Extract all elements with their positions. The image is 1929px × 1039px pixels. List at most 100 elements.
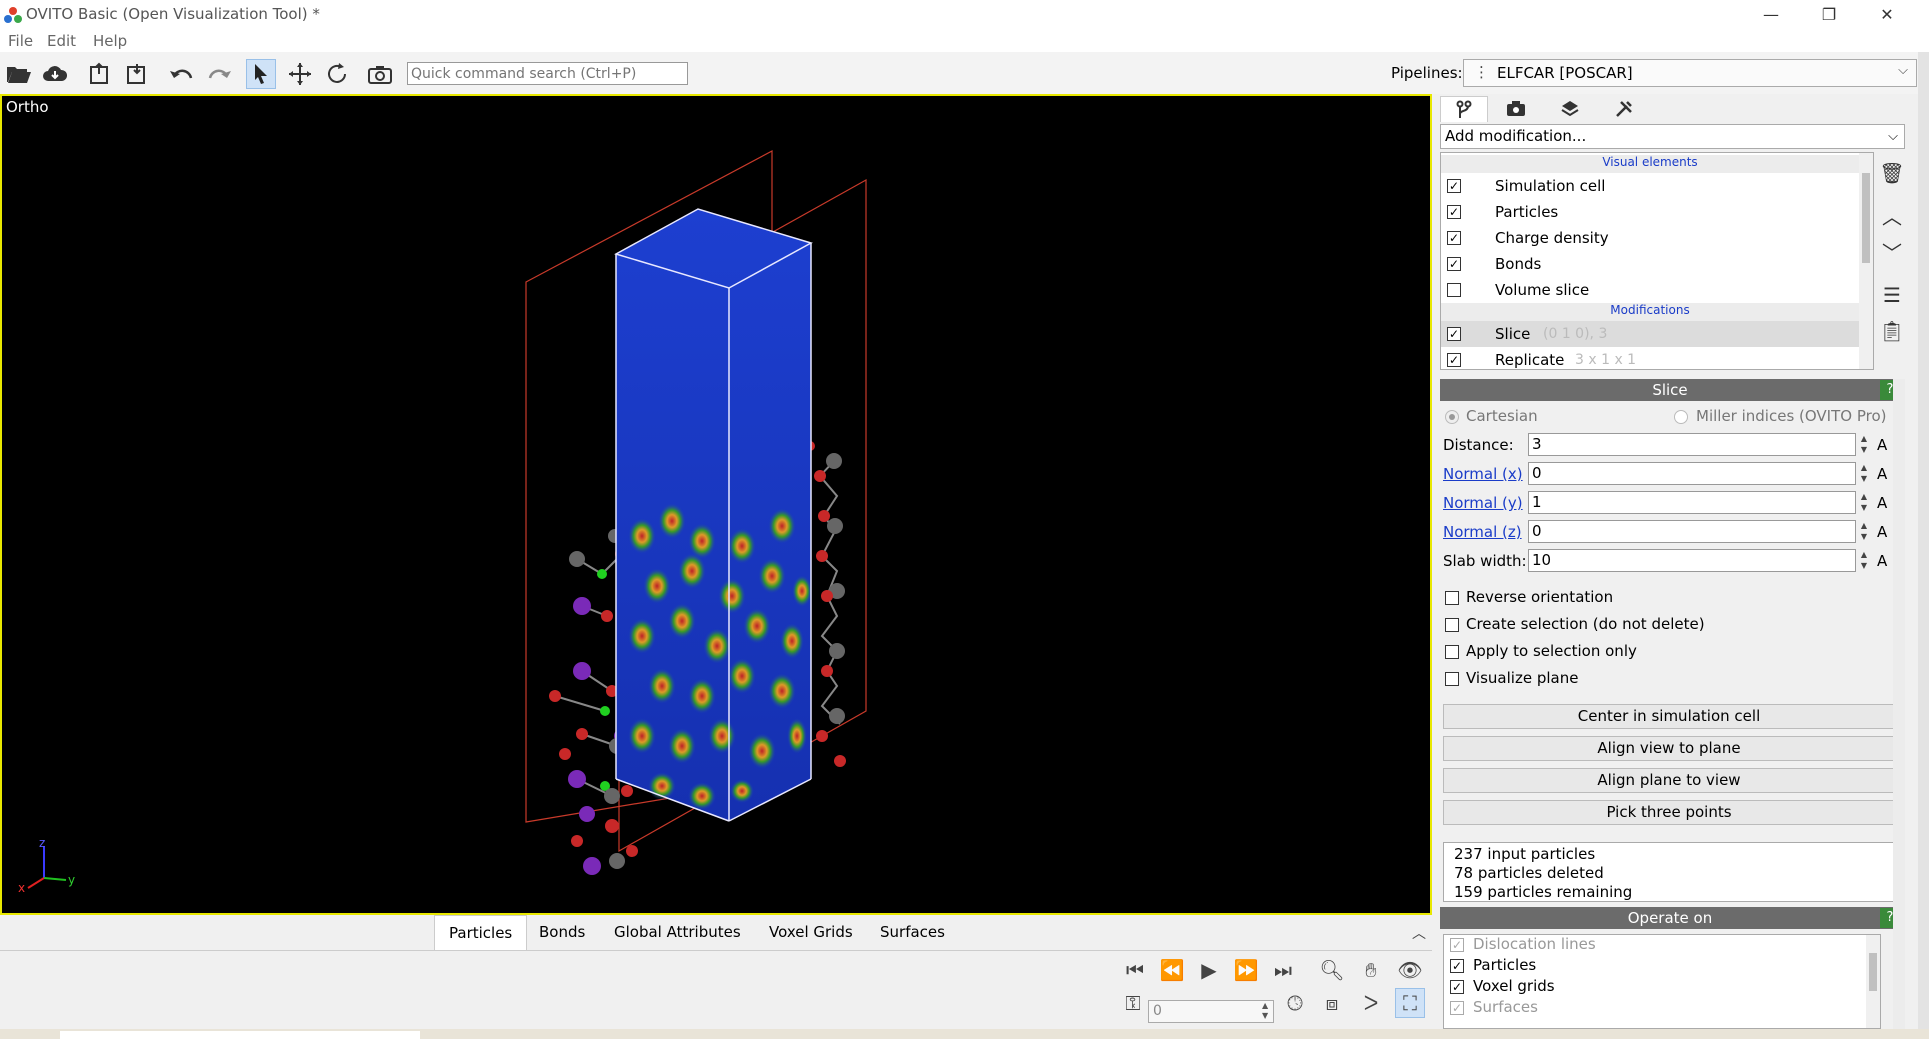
- align-view-to-plane-button[interactable]: Align view to plane: [1443, 736, 1895, 761]
- move-mode-icon[interactable]: [285, 59, 315, 89]
- pipeline-item-replicate[interactable]: ✓ Replicate 3 x 1 x 1: [1441, 347, 1859, 369]
- spinner-arrows-icon[interactable]: ▲ ▼: [1262, 1001, 1268, 1021]
- checkbox[interactable]: ✓: [1447, 327, 1461, 341]
- distance-spinner-icon[interactable]: ▲ ▼: [1858, 433, 1870, 456]
- operate-list-scrollbar[interactable]: [1866, 935, 1880, 1028]
- move-down-chevron-icon[interactable]: ﹀: [1877, 236, 1907, 266]
- normal-x-label[interactable]: Normal (x): [1443, 465, 1523, 483]
- tab-surfaces[interactable]: Surfaces: [866, 915, 959, 949]
- checkbox[interactable]: ✓: [1447, 353, 1461, 367]
- menu-help[interactable]: Help: [93, 32, 127, 50]
- center-in-cell-button[interactable]: Center in simulation cell: [1443, 704, 1895, 729]
- menu-file[interactable]: File: [8, 32, 33, 50]
- checkbox[interactable]: ✓: [1447, 205, 1461, 219]
- pipeline-item-simulation-cell[interactable]: ✓ Simulation cell: [1441, 173, 1859, 199]
- checkbox[interactable]: ✓: [1447, 179, 1461, 193]
- visualize-plane-checkbox[interactable]: [1445, 672, 1459, 686]
- tab-render[interactable]: [1492, 96, 1540, 122]
- quick-command-search-input[interactable]: [407, 62, 688, 85]
- normal-z-label[interactable]: Normal (z): [1443, 523, 1522, 541]
- key-icon[interactable]: ⚿: [1118, 988, 1148, 1018]
- load-remote-icon[interactable]: [40, 59, 70, 89]
- redo-icon[interactable]: [204, 59, 234, 89]
- play-icon[interactable]: ▶: [1194, 955, 1224, 985]
- undo-icon[interactable]: [167, 59, 197, 89]
- tab-bonds[interactable]: Bonds: [525, 915, 599, 949]
- goto-start-icon[interactable]: ⏮: [1120, 955, 1150, 985]
- pipeline-select[interactable]: ⋮ ELFCAR [POSCAR] ⌵: [1463, 59, 1917, 87]
- pipeline-item-slice[interactable]: ✓ Slice (0 1 0), 3: [1441, 321, 1859, 347]
- normal-z-spinner-icon[interactable]: ▲ ▼: [1858, 520, 1870, 543]
- animation-frame-spinner[interactable]: 0: [1148, 1000, 1274, 1023]
- pick-three-points-button[interactable]: Pick three points: [1443, 800, 1895, 825]
- reverse-orientation-checkbox[interactable]: [1445, 591, 1459, 605]
- radio-miller[interactable]: [1674, 410, 1688, 424]
- normal-x-spinner-icon[interactable]: ▲ ▼: [1858, 462, 1870, 485]
- tab-layers[interactable]: [1546, 96, 1594, 122]
- chevron-up-icon[interactable]: ︿: [1412, 923, 1426, 943]
- pipeline-editor-list[interactable]: Visual elements ✓ Simulation cell ✓ Part…: [1440, 152, 1874, 370]
- menu-lines-icon[interactable]: ☰: [1877, 280, 1907, 310]
- operate-on-list[interactable]: ✓ Dislocation lines ✓ Particles ✓ Voxel …: [1443, 934, 1881, 1029]
- normal-x-input[interactable]: 0: [1528, 462, 1856, 485]
- slab-width-input[interactable]: 10: [1528, 549, 1856, 572]
- scrollbar-thumb[interactable]: [1869, 953, 1877, 991]
- maximize-viewport-icon[interactable]: ⛶: [1395, 988, 1425, 1018]
- panel-scrollbar[interactable]: [1893, 379, 1905, 1029]
- chevron-down-icon: ⌵: [1888, 129, 1898, 144]
- checkbox[interactable]: ✓: [1450, 959, 1464, 973]
- tab-global-attributes[interactable]: Global Attributes: [600, 915, 755, 949]
- normal-y-spinner-icon[interactable]: ▲ ▼: [1858, 491, 1870, 514]
- distance-input[interactable]: 3: [1528, 433, 1856, 456]
- slab-width-spinner-icon[interactable]: ▲ ▼: [1858, 549, 1870, 572]
- clock-icon[interactable]: 🕓︎: [1280, 988, 1310, 1018]
- normal-z-input[interactable]: 0: [1528, 520, 1856, 543]
- pipeline-item-volume-slice[interactable]: Volume slice: [1441, 277, 1859, 303]
- create-selection-checkbox[interactable]: [1445, 618, 1459, 632]
- align-plane-to-view-button[interactable]: Align plane to view: [1443, 768, 1895, 793]
- orbit-eye-icon[interactable]: 👁︎: [1395, 955, 1425, 985]
- checkbox[interactable]: ✓: [1447, 257, 1461, 271]
- move-up-chevron-icon[interactable]: ︿: [1877, 200, 1907, 230]
- checkbox[interactable]: ✓: [1450, 1001, 1464, 1015]
- tab-particles[interactable]: Particles: [434, 915, 528, 950]
- fov-icon[interactable]: ᐳ: [1356, 988, 1386, 1018]
- step-back-icon[interactable]: ⏪: [1157, 955, 1187, 985]
- selection-mode-icon[interactable]: [246, 59, 276, 89]
- goto-end-icon[interactable]: ⏭: [1268, 955, 1298, 985]
- normal-y-label[interactable]: Normal (y): [1443, 494, 1523, 512]
- close-button[interactable]: ✕: [1864, 0, 1910, 30]
- apply-to-selection-checkbox[interactable]: [1445, 645, 1459, 659]
- tab-utilities[interactable]: [1600, 96, 1648, 122]
- open-file-icon[interactable]: [4, 59, 34, 89]
- checkbox[interactable]: ✓: [1447, 231, 1461, 245]
- pipeline-item-charge-density[interactable]: ✓ Charge density: [1441, 225, 1859, 251]
- tab-pipeline[interactable]: [1440, 96, 1488, 122]
- tab-voxel-grids[interactable]: Voxel Grids: [755, 915, 867, 949]
- window-edge-scrollbar[interactable]: [1918, 52, 1929, 1037]
- zoom-icon[interactable]: 🔍︎: [1317, 955, 1347, 985]
- step-forward-icon[interactable]: ⏩: [1231, 955, 1261, 985]
- pan-hand-icon[interactable]: ✋︎: [1356, 955, 1386, 985]
- clipboard-icon[interactable]: 📋︎: [1877, 316, 1907, 346]
- menu-edit[interactable]: Edit: [47, 32, 76, 50]
- export-file-icon[interactable]: [85, 59, 115, 89]
- view-cube-icon[interactable]: ⧈: [1317, 988, 1347, 1018]
- checkbox[interactable]: [1447, 283, 1461, 297]
- add-modification-select[interactable]: Add modification... ⌵: [1440, 124, 1905, 149]
- list-scrollbar[interactable]: [1859, 153, 1873, 369]
- scrollbar-thumb[interactable]: [1862, 173, 1870, 263]
- camera-icon[interactable]: [365, 59, 395, 89]
- minimize-button[interactable]: —: [1748, 0, 1794, 30]
- restore-button[interactable]: ❐: [1806, 0, 1852, 30]
- checkbox[interactable]: ✓: [1450, 938, 1464, 952]
- rotate-mode-icon[interactable]: [322, 59, 352, 89]
- radio-cartesian[interactable]: [1445, 410, 1459, 424]
- pipeline-item-bonds[interactable]: ✓ Bonds: [1441, 251, 1859, 277]
- delete-trash-icon[interactable]: 🗑︎: [1877, 158, 1907, 188]
- viewport-ortho[interactable]: Ortho z y x: [0, 94, 1432, 915]
- save-session-icon[interactable]: [122, 59, 152, 89]
- normal-y-input[interactable]: 1: [1528, 491, 1856, 514]
- pipeline-item-particles[interactable]: ✓ Particles: [1441, 199, 1859, 225]
- checkbox[interactable]: ✓: [1450, 980, 1464, 994]
